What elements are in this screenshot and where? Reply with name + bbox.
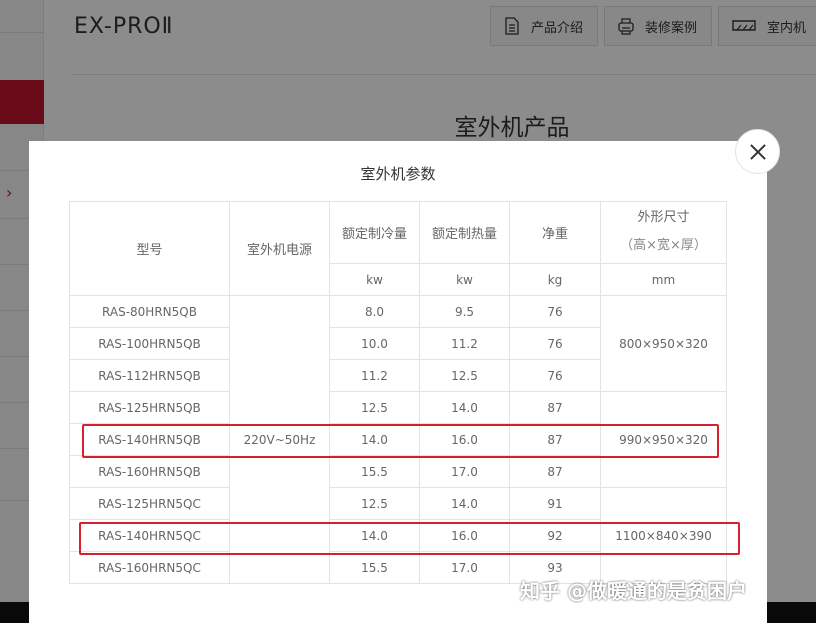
header-dimensions-sub: （高×宽×厚） [620, 237, 707, 253]
header-dimensions: 外形尺寸 （高×宽×厚） [600, 201, 727, 264]
cell-heating: 9.5 [419, 295, 510, 328]
cell-model: RAS-80HRN5QB [69, 295, 230, 328]
cell-model: RAS-125HRN5QB [69, 391, 230, 424]
header-power: 室外机电源 [229, 201, 330, 296]
header-weight: 净重 [509, 201, 601, 264]
cell-heating: 12.5 [419, 359, 510, 392]
highlight-box [82, 424, 719, 458]
cell-model: RAS-100HRN5QB [69, 327, 230, 360]
cell-cooling: 12.5 [329, 391, 420, 424]
cell-heating: 14.0 [419, 391, 510, 424]
table-row: RAS-125HRN5QC 12.5 14.0 91 1100×840×390 [69, 487, 727, 584]
table-header-row: 型号 室外机电源 额定制冷量 额定制热量 净重 外形尺寸 （高×宽×厚） [69, 201, 727, 296]
unit-heating: kw [419, 263, 510, 296]
header-cooling: 额定制冷量 [329, 201, 420, 264]
watermark: 知乎 @做暖通的是贫困户 [520, 579, 747, 603]
modal-title: 室外机参数 [360, 165, 436, 183]
cell-cooling: 15.5 [329, 551, 420, 584]
cell-weight: 87 [509, 455, 601, 488]
table-row: RAS-125HRN5QB 12.5 14.0 87 990×950×320 [69, 391, 727, 488]
cell-heating: 14.0 [419, 487, 510, 520]
cell-cooling: 10.0 [329, 327, 420, 360]
header-model: 型号 [69, 201, 230, 296]
unit-dimensions: mm [600, 263, 727, 296]
unit-cooling: kw [329, 263, 420, 296]
cell-heating: 17.0 [419, 551, 510, 584]
cell-weight: 91 [509, 487, 601, 520]
cell-model: RAS-112HRN5QB [69, 359, 230, 392]
table-row: RAS-80HRN5QB 220V~50Hz 8.0 9.5 76 800×95… [69, 295, 727, 584]
cell-dimensions: 800×950×320 [600, 295, 727, 392]
cell-weight: 76 [509, 295, 601, 328]
cell-cooling: 11.2 [329, 359, 420, 392]
header-dimensions-title: 外形尺寸 [637, 209, 690, 225]
cell-cooling: 12.5 [329, 487, 420, 520]
cell-weight: 76 [509, 327, 601, 360]
highlight-box [79, 522, 740, 555]
cell-cooling: 8.0 [329, 295, 420, 328]
cell-heating: 17.0 [419, 455, 510, 488]
close-modal-button[interactable] [735, 129, 780, 174]
cell-model: RAS-160HRN5QB [69, 455, 230, 488]
cell-heating: 11.2 [419, 327, 510, 360]
header-heating: 额定制热量 [419, 201, 510, 264]
cell-model: RAS-160HRN5QC [69, 551, 230, 584]
cell-model: RAS-125HRN5QC [69, 487, 230, 520]
unit-weight: kg [509, 263, 601, 296]
cell-weight: 87 [509, 391, 601, 424]
cell-weight: 76 [509, 359, 601, 392]
cell-cooling: 15.5 [329, 455, 420, 488]
